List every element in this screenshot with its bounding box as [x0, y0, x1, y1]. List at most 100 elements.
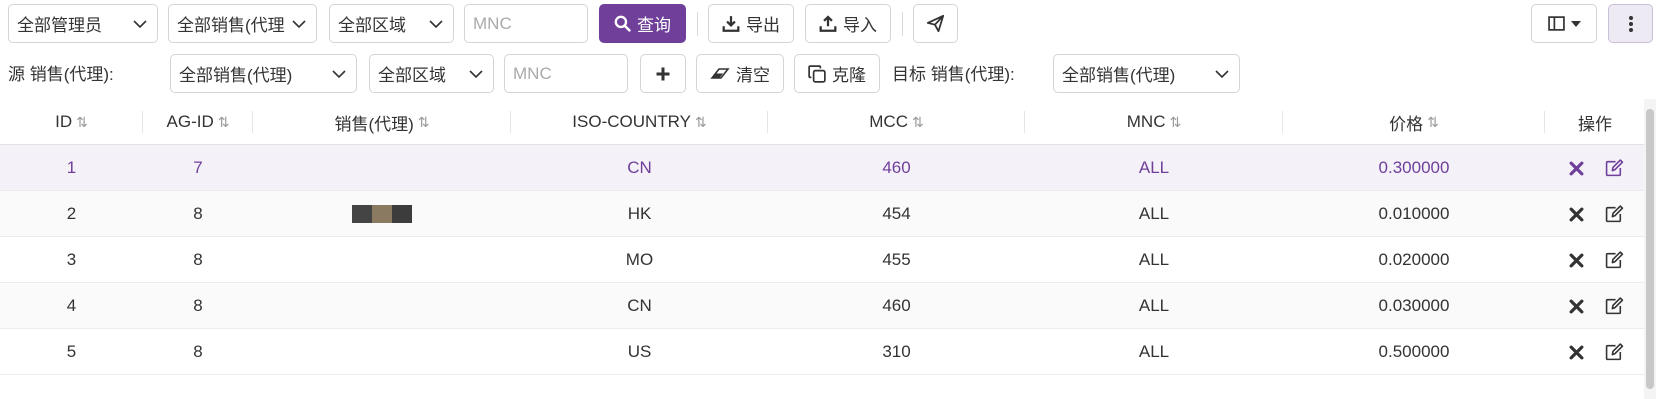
column-header-actions: 操作 — [1545, 99, 1645, 145]
clone-button[interactable]: 克隆 — [794, 54, 880, 93]
table-row[interactable]: 3 8 MO 455 ALL 0.020000 — [0, 237, 1656, 283]
sort-icon: ⇅ — [76, 113, 88, 130]
cell-ag-id: 8 — [193, 204, 203, 223]
delete-icon[interactable] — [1566, 296, 1586, 316]
clone-mnc-input[interactable]: MNC — [504, 54, 628, 93]
columns-icon — [1547, 16, 1565, 31]
table-row[interactable]: 1 7 CN 460 ALL 0.300000 — [0, 145, 1656, 191]
cell-sales — [253, 145, 511, 191]
cell-mnc: ALL — [1138, 204, 1170, 223]
column-header-ag-id[interactable]: AG-ID ⇅ — [143, 99, 253, 145]
edit-icon[interactable] — [1604, 250, 1624, 270]
cell-iso-country: MO — [625, 250, 654, 269]
sort-icon: ⇅ — [911, 113, 924, 130]
cell-mnc: ALL — [1138, 296, 1170, 315]
download-icon — [722, 15, 740, 32]
delete-icon[interactable] — [1566, 250, 1586, 270]
divider — [902, 12, 903, 36]
cell-id: 2 — [66, 204, 77, 223]
cell-mnc: ALL — [1138, 342, 1170, 361]
clone-mnc-input-placeholder: MNC — [513, 63, 552, 83]
column-header-id[interactable]: ID ⇅ — [0, 99, 143, 145]
chevron-down-icon — [429, 20, 443, 29]
sort-icon: ⇅ — [217, 113, 230, 130]
more-button[interactable] — [1608, 4, 1653, 43]
cell-mcc: 454 — [882, 204, 911, 223]
query-button[interactable]: 查询 — [599, 4, 686, 43]
add-button[interactable] — [640, 54, 686, 93]
column-header-price[interactable]: 价格 ⇅ — [1283, 99, 1545, 145]
cell-sales — [253, 191, 511, 237]
source-region-select[interactable]: 全部区域 — [369, 54, 494, 93]
plus-icon — [656, 67, 670, 80]
sales-select[interactable]: 全部销售(代理 — [168, 4, 317, 43]
table-row[interactable]: 4 8 CN 460 ALL 0.030000 — [0, 283, 1656, 329]
cell-iso-country: HK — [627, 204, 652, 223]
edit-icon[interactable] — [1604, 204, 1624, 224]
cell-sales — [253, 283, 511, 329]
cell-ag-id: 8 — [193, 296, 203, 315]
table-row[interactable]: 5 8 US 310 ALL 0.500000 — [0, 329, 1656, 375]
region-select[interactable]: 全部区域 — [329, 4, 454, 43]
column-header-sales[interactable]: 销售(代理) ⇅ — [253, 99, 511, 145]
delete-icon[interactable] — [1566, 342, 1586, 362]
sort-icon: ⇅ — [1427, 113, 1439, 130]
column-header-mcc[interactable]: MCC ⇅ — [768, 99, 1025, 145]
edit-icon[interactable] — [1604, 296, 1624, 316]
vertical-scrollbar[interactable] — [1644, 99, 1656, 399]
column-header-label: 销售(代理) — [334, 114, 414, 134]
cell-ag-id: 8 — [193, 250, 203, 269]
export-button-label: 导出 — [746, 16, 780, 35]
filter-toolbar: 全部管理员 全部销售(代理 全部区域 MNC 查询 导出 导入 — [0, 0, 1656, 48]
cell-price: 0.010000 — [1378, 204, 1450, 223]
sort-icon: ⇅ — [417, 113, 430, 130]
column-header-iso-country[interactable]: ISO-COUNTRY ⇅ — [511, 99, 768, 145]
scrollbar-thumb[interactable] — [1646, 109, 1654, 389]
cell-ag-id: 8 — [193, 342, 203, 361]
cell-ag-id: 7 — [193, 158, 203, 177]
chevron-down-icon — [292, 20, 306, 29]
columns-toggle-button[interactable] — [1531, 4, 1597, 43]
cell-mcc: 455 — [882, 250, 911, 269]
region-select-value: 全部区域 — [338, 16, 406, 35]
chevron-down-icon — [469, 70, 483, 79]
target-label: 目标 销售(代理): — [892, 65, 1015, 84]
cell-price: 0.020000 — [1378, 250, 1450, 269]
target-sales-select-value: 全部销售(代理) — [1062, 66, 1176, 85]
clear-button[interactable]: 清空 — [696, 54, 784, 93]
source-region-select-value: 全部区域 — [378, 66, 446, 85]
export-button[interactable]: 导出 — [708, 4, 794, 43]
delete-icon[interactable] — [1566, 204, 1586, 224]
cell-id: 4 — [66, 296, 77, 315]
query-button-label: 查询 — [637, 16, 671, 35]
clear-button-label: 清空 — [736, 66, 770, 85]
column-header-label: 操作 — [1578, 114, 1612, 134]
source-label: 源 销售(代理): — [8, 65, 114, 84]
cell-iso-country: US — [627, 342, 652, 361]
caret-down-icon — [1570, 20, 1581, 27]
cell-id: 5 — [66, 342, 77, 361]
copy-icon — [808, 64, 826, 83]
cell-id: 3 — [66, 250, 77, 269]
target-sales-select[interactable]: 全部销售(代理) — [1053, 54, 1240, 93]
table-row[interactable]: 2 8 HK 454 ALL 0.010000 — [0, 191, 1656, 237]
send-button[interactable] — [913, 4, 958, 43]
import-button[interactable]: 导入 — [805, 4, 891, 43]
edit-icon[interactable] — [1604, 158, 1624, 178]
admin-select[interactable]: 全部管理员 — [8, 4, 158, 43]
column-header-label: ID — [55, 112, 73, 131]
cell-sales — [253, 329, 511, 375]
column-header-label: MCC — [869, 112, 908, 131]
column-header-mnc[interactable]: MNC ⇅ — [1025, 99, 1283, 145]
mnc-input[interactable]: MNC — [464, 4, 588, 43]
edit-icon[interactable] — [1604, 342, 1624, 362]
cell-id: 1 — [66, 158, 77, 177]
column-header-label: ISO-COUNTRY — [572, 112, 691, 131]
sort-icon: ⇅ — [694, 113, 707, 130]
column-header-label: AG-ID — [166, 112, 214, 131]
cell-mcc: 460 — [882, 296, 911, 315]
admin-select-value: 全部管理员 — [17, 16, 102, 35]
delete-icon[interactable] — [1566, 158, 1586, 178]
cell-mcc: 460 — [882, 158, 911, 177]
source-sales-select[interactable]: 全部销售(代理) — [170, 54, 357, 93]
